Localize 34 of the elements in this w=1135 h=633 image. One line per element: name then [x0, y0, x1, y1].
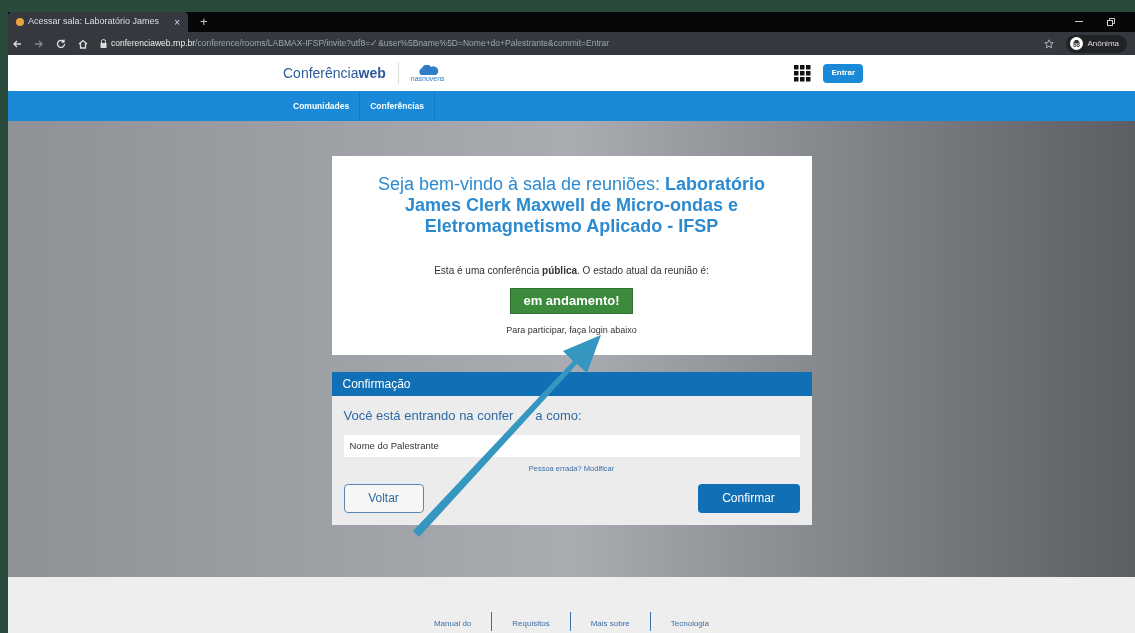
close-icon[interactable]: ×	[174, 14, 180, 30]
status-text: Esta é uma conferência pública. O estado atual da reunião é:	[434, 264, 709, 278]
back-icon[interactable]	[12, 38, 22, 49]
footer-link[interactable]: Tecnologia	[650, 612, 730, 631]
welcome-title: Seja bem-vindo à sala de reuniões: Laboratório James Clerk Maxwell de Micro-ondas e Eletromagnetismo Aplicado - IFSP	[376, 174, 767, 237]
restore-icon[interactable]	[1107, 18, 1115, 26]
tab-title: Acessar sala: Laboratório James	[28, 15, 161, 29]
cloud-icon	[416, 64, 439, 75]
profile-button[interactable]: Anônima	[1066, 34, 1127, 53]
back-button[interactable]: Voltar	[343, 483, 424, 513]
incognito-icon	[1070, 37, 1084, 50]
prompt-text: Você está entrando na confer	[343, 407, 514, 425]
status-badge: em andamento!	[510, 288, 633, 314]
favicon-icon	[16, 18, 24, 26]
footer-link[interactable]: Requisitos	[492, 612, 571, 631]
login-hint: Para participar, faça login abaixo	[506, 323, 637, 337]
apps-grid-icon[interactable]	[794, 64, 812, 82]
panel-header: Confirmação	[331, 372, 812, 396]
forward-icon[interactable]	[34, 38, 44, 49]
new-tab-button[interactable]: +	[200, 12, 208, 32]
home-icon[interactable]	[78, 38, 88, 49]
lock-icon	[100, 39, 107, 48]
footer-link[interactable]: Manual do	[413, 612, 493, 631]
browser-tab[interactable]: Acessar sala: Laboratório James ×	[8, 12, 188, 32]
name-field[interactable]: Nome do Palestrante	[343, 434, 800, 457]
footer-link[interactable]: Mais sobre	[570, 612, 651, 631]
minimize-icon[interactable]	[1075, 21, 1083, 23]
confirm-button[interactable]: Confirmar	[697, 483, 800, 513]
prompt-text: a como:	[535, 407, 582, 425]
reload-icon[interactable]	[56, 38, 66, 49]
star-icon[interactable]	[1044, 38, 1055, 49]
login-button[interactable]: Entrar	[823, 63, 863, 83]
conferenciaweb-logo[interactable]: Conferênciaweb	[283, 62, 386, 84]
address-bar[interactable]: conferenciaweb.rnp.br/conference/rooms/LABMAX-IFSP/invite?utf8=✓&user%5Bname%5D=Nome+do+Palestrante&commit=Entrar	[111, 37, 610, 50]
